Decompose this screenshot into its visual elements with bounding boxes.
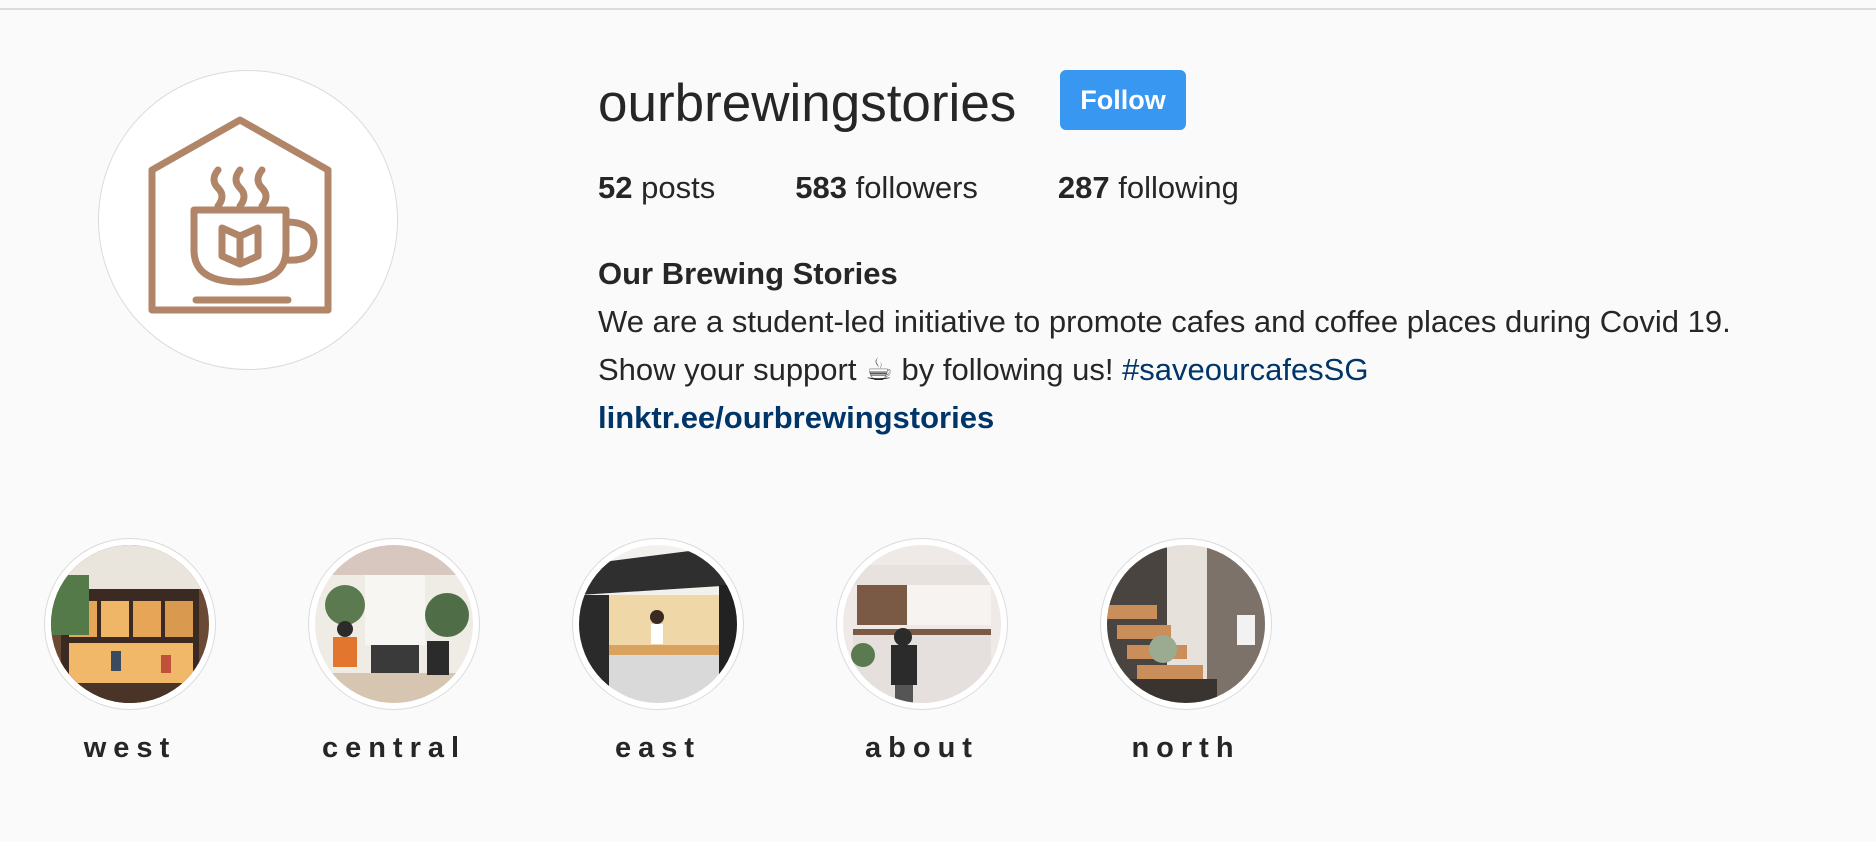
posts-stat[interactable]: 52 posts	[598, 168, 715, 208]
highlight-east[interactable]: east	[558, 538, 758, 765]
highlight-label: central	[321, 732, 467, 764]
highlight-ring	[1100, 538, 1272, 710]
profile-avatar[interactable]	[98, 70, 398, 370]
bio-line-1: We are a student-led initiative to promo…	[598, 304, 1731, 339]
highlight-cover	[1107, 545, 1265, 703]
highlight-ring	[836, 538, 1008, 710]
highlight-cover	[843, 545, 1001, 703]
highlight-about[interactable]: about	[822, 538, 1022, 765]
highlight-label: east	[614, 732, 702, 764]
posts-label: posts	[641, 170, 716, 205]
highlight-ring	[44, 538, 216, 710]
highlight-ring	[308, 538, 480, 710]
follow-button[interactable]: Follow	[1060, 70, 1186, 130]
highlight-cover	[579, 545, 737, 703]
hashtag-link[interactable]: #saveourcafesSG	[1122, 352, 1368, 387]
profile-bio: Our Brewing Stories We are a student-led…	[598, 250, 1731, 442]
highlight-ring	[572, 538, 744, 710]
highlight-cover	[51, 545, 209, 703]
coffee-kiosk-icon	[579, 545, 737, 703]
following-count: 287	[1057, 170, 1110, 205]
profile-stats: 52 posts 583 followers 287 following	[598, 168, 1319, 208]
cafe-interior-icon	[315, 545, 473, 703]
highlight-north[interactable]: north	[1086, 538, 1286, 765]
highlight-label: about	[865, 732, 979, 764]
highlight-label: north	[1131, 732, 1241, 764]
followers-label: followers	[855, 170, 978, 205]
highlight-central[interactable]: central	[294, 538, 494, 765]
bio-line-2-text: Show your support ☕ by following us!	[598, 352, 1123, 387]
posts-count: 52	[598, 170, 633, 205]
highlight-cover	[315, 545, 473, 703]
followers-count: 583	[795, 170, 847, 205]
house-coffee-book-logo-icon	[148, 116, 332, 314]
cafe-counter-icon	[843, 545, 1001, 703]
bio-display-name: Our Brewing Stories	[598, 256, 898, 291]
bio-website-link[interactable]: linktr.ee/ourbrewingstories	[598, 400, 994, 435]
following-stat[interactable]: 287 following	[1058, 168, 1239, 208]
cafe-stairs-icon	[1107, 545, 1265, 703]
cafe-facade-icon	[51, 545, 209, 703]
top-divider	[0, 8, 1876, 10]
profile-username: ourbrewingstories	[598, 74, 1017, 133]
highlight-west[interactable]: west	[30, 538, 230, 765]
bio-line-2: Show your support ☕ by following us! #sa…	[598, 346, 1731, 394]
following-label: following	[1118, 170, 1239, 205]
highlight-label: west	[83, 732, 177, 764]
followers-stat[interactable]: 583 followers	[795, 168, 978, 208]
